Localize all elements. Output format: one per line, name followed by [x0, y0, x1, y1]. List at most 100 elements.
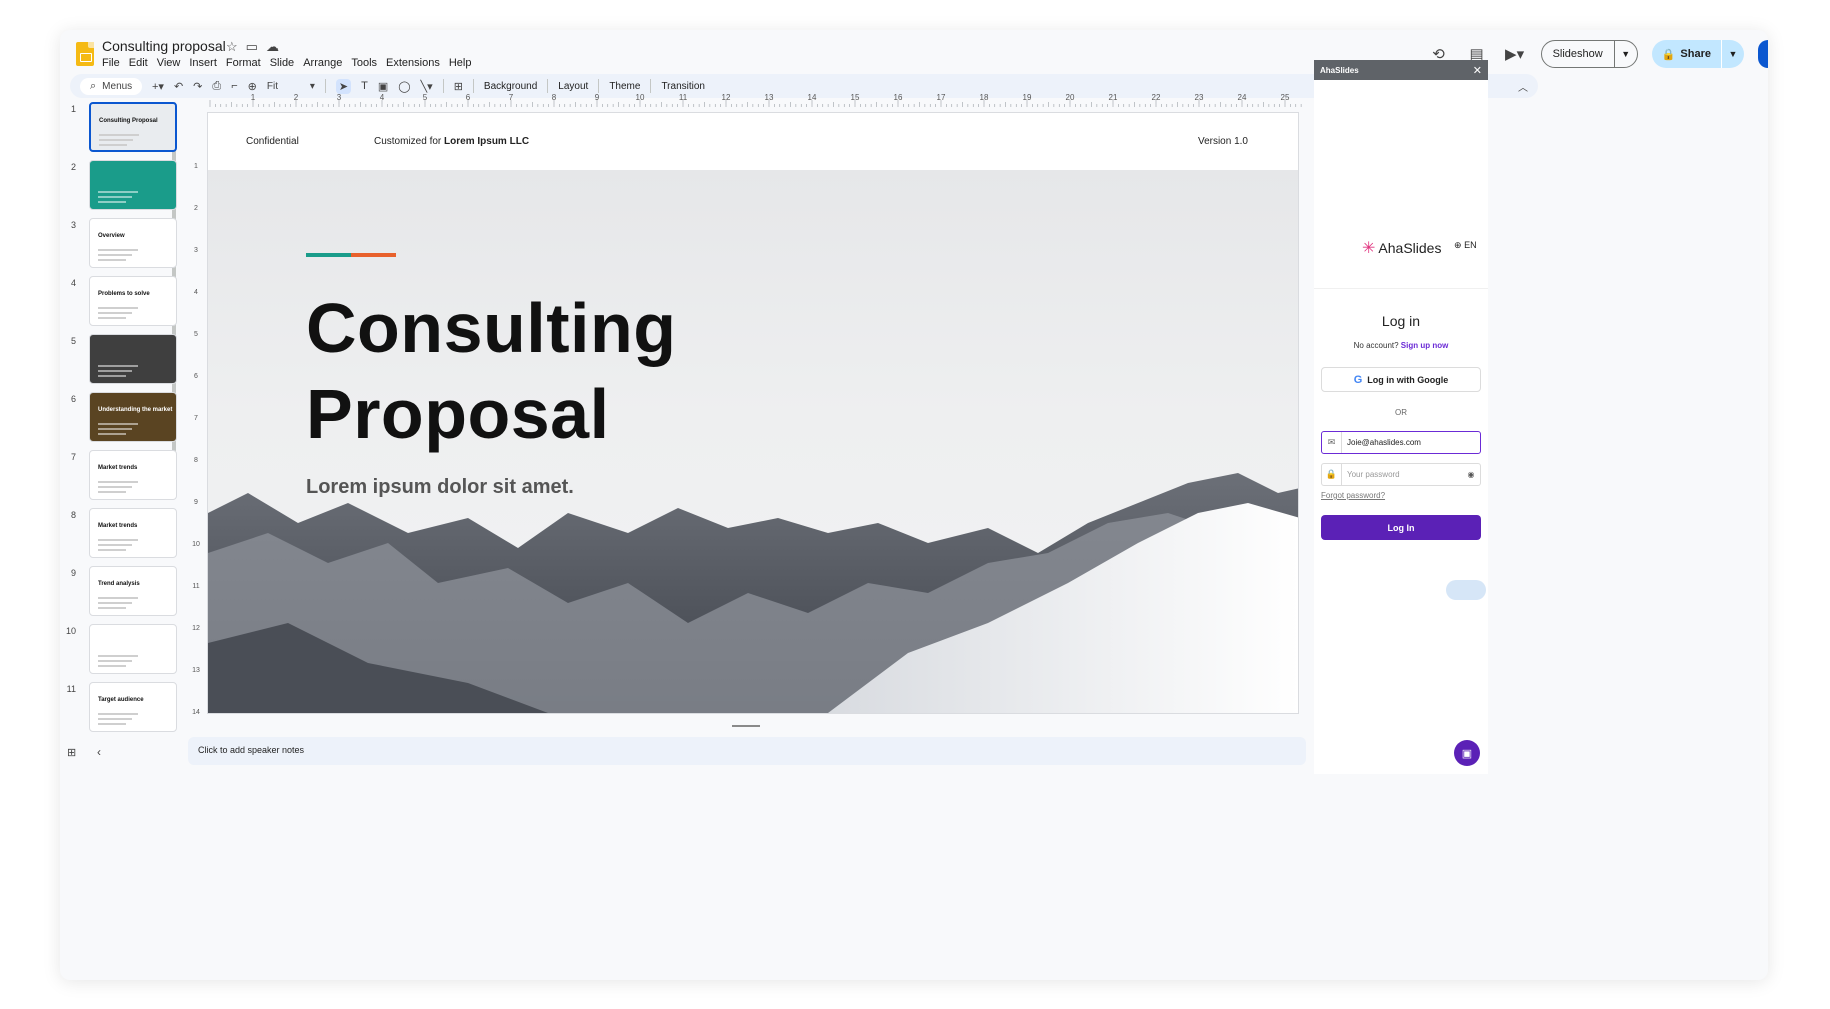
menu-format[interactable]: Format	[226, 57, 261, 69]
vertical-ruler-label: 14	[192, 709, 200, 716]
vertical-ruler-label: 9	[194, 499, 198, 506]
google-login-button[interactable]: G Log in with Google	[1321, 367, 1481, 392]
slide-thumbnail[interactable]: Market trends	[89, 508, 177, 558]
ahaslides-mark-icon: ✳	[1362, 240, 1376, 257]
text-box-icon[interactable]: T	[361, 80, 368, 92]
ruler-label: 12	[722, 93, 731, 102]
line-icon[interactable]: ╲▾	[421, 80, 433, 93]
menu-arrange[interactable]: Arrange	[303, 57, 342, 69]
menus-search-label: Menus	[102, 80, 133, 92]
menu-view[interactable]: View	[157, 57, 181, 69]
paint-format-icon[interactable]: ⌐	[231, 80, 237, 92]
slides-logo-icon[interactable]	[76, 42, 94, 66]
slide-thumbnail[interactable]: Problems to solve	[89, 276, 177, 326]
slide-thumbnail[interactable]: Understanding the market	[89, 392, 177, 442]
slide-thumbnail[interactable]: Consulting Proposal	[89, 102, 177, 152]
signup-link[interactable]: Sign up now	[1401, 341, 1449, 350]
speaker-notes[interactable]: Click to add speaker notes	[188, 737, 1306, 765]
zoom-value: Fit	[266, 80, 278, 92]
shape-icon[interactable]: ◯	[398, 80, 410, 93]
vertical-ruler-label: 3	[194, 247, 198, 254]
print-icon[interactable]: ⎙	[212, 80, 221, 93]
slide-thumbnail[interactable]: Target audience	[89, 682, 177, 732]
new-slide-icon[interactable]: +▾	[152, 80, 164, 93]
account-avatar[interactable]	[1758, 40, 1768, 68]
show-password-icon[interactable]: ◉	[1462, 470, 1480, 479]
grid-view-icon[interactable]: ⊞	[67, 746, 76, 759]
ruler-label: 14	[808, 93, 817, 102]
login-button[interactable]: Log In	[1321, 515, 1481, 540]
background-button[interactable]: Background	[484, 81, 537, 92]
vertical-ruler-label: 6	[194, 373, 198, 380]
slide-thumbnail-row[interactable]: 9 Trend analysis	[60, 566, 180, 622]
image-icon[interactable]: ▣	[378, 80, 388, 93]
menus-search[interactable]: ⌕ Menus	[80, 77, 142, 95]
slide-title[interactable]: Consulting Proposal	[306, 285, 676, 457]
slide-thumbnail[interactable]: Trend analysis	[89, 566, 177, 616]
menu-extensions[interactable]: Extensions	[386, 57, 440, 69]
share-button[interactable]: 🔒 Share	[1652, 40, 1722, 68]
notes-resize-handle[interactable]	[732, 725, 760, 727]
menu-insert[interactable]: Insert	[189, 57, 217, 69]
move-folder-icon[interactable]: ▭	[246, 39, 258, 55]
vertical-ruler: 1234567891011121314	[192, 163, 200, 716]
slide-thumbnail[interactable]: Overview	[89, 218, 177, 268]
add-comment-icon[interactable]: ⊞	[454, 80, 463, 93]
share-dropdown-icon[interactable]: ▼	[1722, 40, 1744, 68]
slide-thumbnail[interactable]	[89, 334, 177, 384]
slideshow-dropdown-icon[interactable]: ▼	[1615, 41, 1637, 67]
slide-subtitle[interactable]: Lorem ipsum dolor sit amet.	[306, 476, 574, 499]
zoom-icon[interactable]: ⊕	[248, 80, 257, 93]
slide-thumbnail[interactable]	[89, 160, 177, 210]
menu-help[interactable]: Help	[449, 57, 472, 69]
password-field[interactable]: 🔒 Your password ◉	[1321, 463, 1481, 486]
menu-tools[interactable]: Tools	[351, 57, 377, 69]
thumbnail-text-line	[98, 191, 138, 193]
menu-slide[interactable]: Slide	[270, 57, 294, 69]
slide-thumbnail[interactable]	[89, 624, 177, 674]
collapse-toolbar-icon[interactable]: ︿	[1518, 79, 1528, 94]
language-selector[interactable]: ⊕ EN	[1454, 240, 1477, 251]
slide-thumbnail-row[interactable]: 7 Market trends	[60, 450, 180, 506]
slide-thumbnail-row[interactable]: 8 Market trends	[60, 508, 180, 564]
slide-number: 4	[70, 278, 76, 288]
chat-support-icon[interactable]: ▣	[1454, 740, 1480, 766]
close-icon[interactable]: ✕	[1473, 64, 1482, 77]
layout-button[interactable]: Layout	[558, 81, 588, 92]
ruler-label: 3	[337, 93, 342, 102]
vertical-ruler-label: 5	[194, 331, 198, 338]
email-field[interactable]: ✉ Joie@ahaslides.com	[1321, 431, 1481, 454]
slide-thumbnail-title: Overview	[98, 233, 125, 239]
slide-thumbnail-row[interactable]: 6 Understanding the market	[60, 392, 180, 448]
thumbnail-text-line	[98, 665, 126, 667]
thumbnail-text-line	[98, 259, 126, 261]
document-title[interactable]: Consulting proposal	[102, 38, 226, 54]
ruler-label: 21	[1109, 93, 1118, 102]
slide-thumbnail-row[interactable]: 3 Overview	[60, 218, 180, 274]
slide-thumbnail-row[interactable]: 5	[60, 334, 180, 390]
undo-icon[interactable]: ↶	[174, 80, 183, 93]
transition-button[interactable]: Transition	[661, 81, 705, 92]
app-window: Consulting proposal ☆ ▭ ☁ File Edit View…	[60, 30, 1768, 980]
collapse-filmstrip-icon[interactable]: ‹	[97, 745, 101, 759]
accent-bar-orange	[351, 253, 396, 257]
slide-thumbnail-row[interactable]: 10	[60, 624, 180, 680]
slide-thumbnail-row[interactable]: 2	[60, 160, 180, 216]
theme-button[interactable]: Theme	[609, 81, 640, 92]
star-icon[interactable]: ☆	[226, 39, 238, 55]
menu-file[interactable]: File	[102, 57, 120, 69]
forgot-password-link[interactable]: Forgot password?	[1321, 491, 1385, 500]
slide-thumbnail-row[interactable]: 4 Problems to solve	[60, 276, 180, 332]
slide-thumbnail-row[interactable]: 11 Target audience	[60, 682, 180, 738]
vertical-ruler-label: 7	[194, 415, 198, 422]
redo-icon[interactable]: ↷	[193, 80, 202, 93]
cloud-status-icon[interactable]: ☁	[266, 39, 279, 55]
slide-thumbnail[interactable]: Market trends	[89, 450, 177, 500]
slide-thumbnail-row[interactable]: 1 Consulting Proposal	[60, 102, 180, 158]
zoom-select[interactable]: Fit ▾	[267, 81, 315, 92]
slideshow-button[interactable]: Slideshow	[1542, 41, 1615, 67]
menu-edit[interactable]: Edit	[129, 57, 148, 69]
meet-camera-icon[interactable]: ▶▾	[1503, 42, 1527, 66]
vertical-ruler-label: 1	[194, 163, 198, 170]
slide-canvas[interactable]: Confidential Customized for Lorem Ipsum …	[207, 112, 1299, 714]
